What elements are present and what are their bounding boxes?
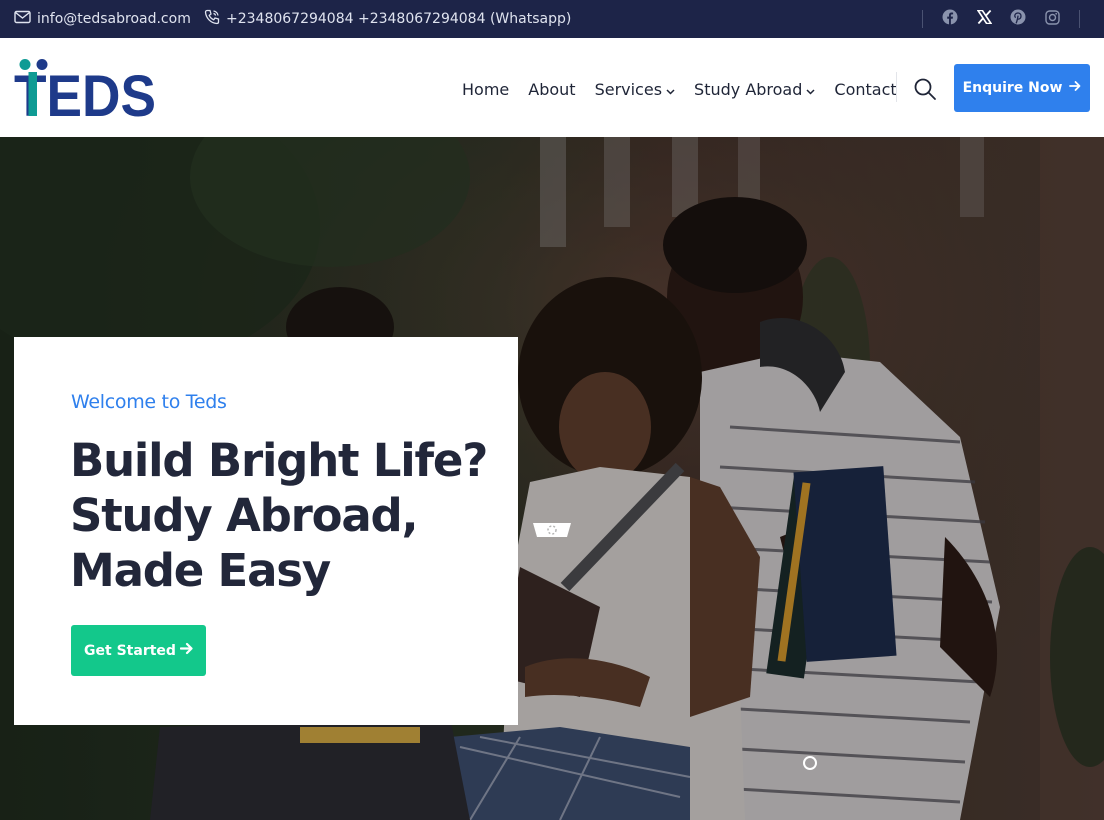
- search-button[interactable]: [913, 77, 937, 101]
- envelope-icon: [14, 10, 31, 28]
- nav-services-label: Services: [594, 79, 663, 99]
- social-divider-left: [922, 10, 923, 28]
- top-bar: info@tedsabroad.com +2348067294084 +2348…: [0, 0, 1104, 38]
- hero-card: Welcome to Teds Build Bright Life? Study…: [14, 337, 518, 725]
- pinterest-icon: [1010, 9, 1026, 29]
- teds-logo-graphic: TEDS: [14, 59, 156, 129]
- email-link[interactable]: info@tedsabroad.com: [14, 0, 191, 38]
- nav-contact-label: Contact: [834, 79, 897, 99]
- social-divider-right: [1079, 10, 1080, 28]
- hero-headline-line-3: Made Easy: [70, 544, 331, 597]
- enquire-now-button[interactable]: Enquire Now: [954, 64, 1090, 112]
- phone-icon: [204, 9, 220, 29]
- nav-home-label: Home: [462, 79, 510, 99]
- slider-pagination-dot[interactable]: [803, 756, 817, 770]
- arrow-right-icon: [179, 642, 193, 659]
- logo[interactable]: TEDS: [14, 58, 156, 129]
- email-text: info@tedsabroad.com: [37, 11, 191, 27]
- nav-item-about[interactable]: About: [528, 80, 575, 99]
- facebook-link[interactable]: [933, 0, 967, 38]
- arrow-right-icon: [1069, 80, 1081, 96]
- get-started-button[interactable]: Get Started: [71, 625, 206, 676]
- chevron-down-icon: [806, 80, 815, 99]
- nav-item-contact[interactable]: Contact: [834, 80, 896, 99]
- main-nav: Home About Services Study Abroad Contact: [462, 76, 916, 102]
- facebook-icon: [942, 9, 958, 29]
- nav-item-services[interactable]: Services: [595, 80, 675, 99]
- slide-loader-icon: [531, 521, 573, 539]
- nav-about-label: About: [528, 79, 576, 99]
- instagram-icon: [1044, 9, 1060, 29]
- enquire-now-label: Enquire Now: [962, 80, 1063, 96]
- hero-headline-line-1: Build Bright Life?: [70, 434, 488, 487]
- nav-study-abroad-label: Study Abroad: [694, 79, 803, 99]
- hero-headline: Build Bright Life? Study Abroad, Made Ea…: [70, 433, 510, 598]
- social-links: [912, 0, 1090, 38]
- nav-item-study-abroad[interactable]: Study Abroad: [694, 80, 815, 99]
- pinterest-link[interactable]: [1001, 0, 1035, 38]
- hero-headline-line-2: Study Abroad,: [70, 489, 419, 542]
- hero-section: Welcome to Teds Build Bright Life? Study…: [0, 137, 1104, 820]
- instagram-link[interactable]: [1035, 0, 1069, 38]
- nav-item-home[interactable]: Home: [462, 80, 509, 99]
- phone-link[interactable]: +2348067294084 +2348067294084 (Whatsapp): [204, 0, 571, 38]
- search-icon: [913, 78, 937, 105]
- phone-text: +2348067294084 +2348067294084 (Whatsapp): [226, 11, 572, 27]
- nav-divider: [896, 72, 897, 102]
- x-icon: [976, 9, 992, 28]
- get-started-label: Get Started: [84, 642, 176, 659]
- site-header: TEDS Home About Services Study Abroad Co…: [0, 38, 1104, 137]
- x-link[interactable]: [967, 0, 1001, 38]
- hero-eyebrow: Welcome to Teds: [71, 391, 227, 413]
- chevron-down-icon: [666, 80, 675, 99]
